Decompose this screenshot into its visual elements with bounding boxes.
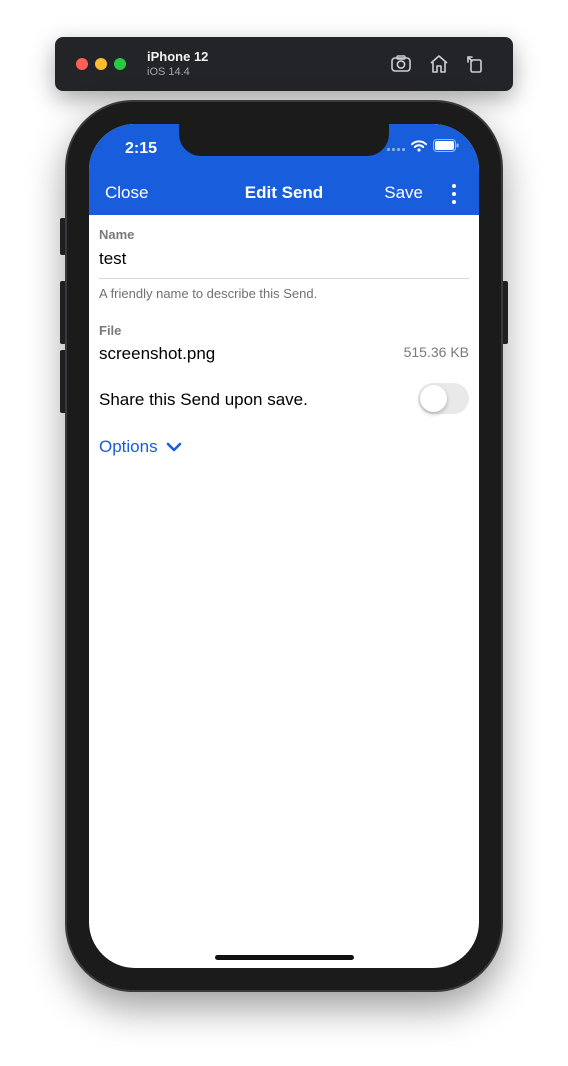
navigation-bar: 2:15 Close Edit Send Save [89, 124, 479, 215]
divider [99, 278, 469, 279]
options-button[interactable]: Options [99, 437, 182, 457]
name-field[interactable] [99, 248, 469, 270]
share-on-save-toggle[interactable] [418, 383, 469, 414]
cellular-signal-icon [387, 145, 405, 151]
file-label: File [99, 323, 122, 338]
device-name: iPhone 12 [147, 49, 209, 64]
simulator-title-bar: iPhone 12 iOS 14.4 [55, 37, 513, 91]
vertical-ellipsis-icon[interactable] [449, 183, 459, 205]
close-window-button[interactable] [76, 58, 88, 70]
save-button[interactable]: Save [384, 183, 423, 203]
screenshot-icon[interactable] [389, 52, 413, 76]
name-help-text: A friendly name to describe this Send. [99, 286, 318, 301]
os-version: iOS 14.4 [147, 66, 190, 78]
toggle-knob [420, 385, 447, 412]
file-size: 515.36 KB [403, 344, 469, 360]
notch [179, 124, 389, 156]
zoom-window-button[interactable] [114, 58, 126, 70]
wifi-icon [411, 139, 427, 157]
status-time: 2:15 [125, 140, 158, 157]
home-indicator[interactable] [215, 955, 354, 960]
rotate-icon[interactable] [463, 52, 487, 76]
share-on-save-label: Share this Send upon save. [99, 390, 308, 409]
name-label: Name [99, 227, 135, 242]
file-name: screenshot.png [99, 344, 216, 363]
close-button[interactable]: Close [105, 183, 148, 203]
battery-icon [433, 139, 459, 157]
minimize-window-button[interactable] [95, 58, 107, 70]
chevron-down-icon [166, 437, 182, 457]
device-screen: 2:15 Close Edit Send Save Name test A fr… [89, 124, 479, 968]
home-icon[interactable] [427, 52, 451, 76]
options-label: Options [99, 437, 158, 456]
status-icons [387, 139, 459, 157]
